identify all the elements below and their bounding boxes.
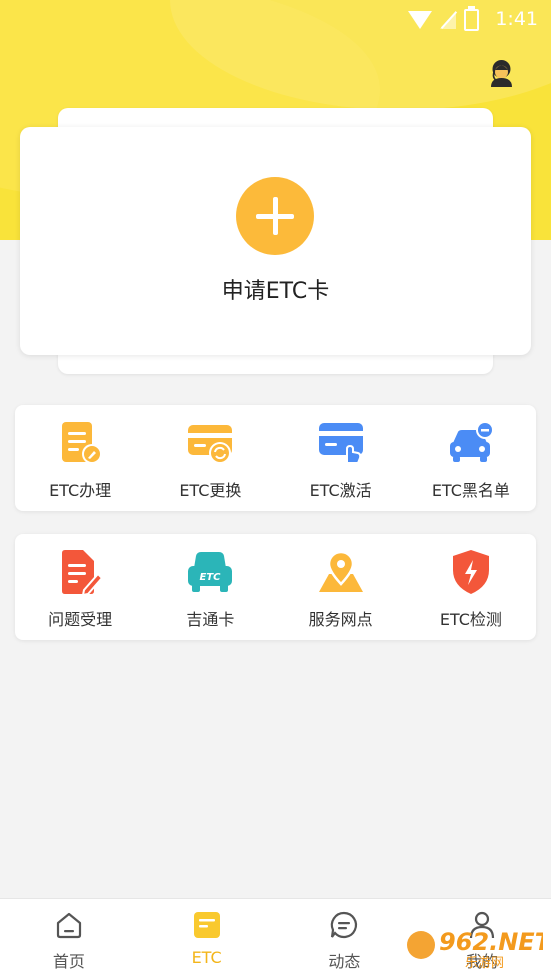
home-icon — [56, 912, 81, 939]
customer-service-icon[interactable] — [486, 57, 517, 88]
status-bar: 1:41 — [0, 0, 551, 40]
tab-etc[interactable]: ETC — [138, 899, 276, 980]
service-grid-row2: 问题受理 ETC 吉通卡 服务网点 ETC检测 — [15, 534, 536, 640]
tab-home[interactable]: 首页 — [0, 899, 138, 980]
tab-label: ETC — [191, 948, 222, 967]
wifi-icon — [408, 11, 432, 29]
service-label: 吉通卡 — [186, 610, 235, 629]
shield-check-icon — [452, 550, 489, 594]
etc-card-icon — [193, 912, 220, 938]
service-locations[interactable]: 服务网点 — [276, 534, 406, 640]
battery-icon — [464, 6, 479, 31]
watermark-logo: 962.NET 乐游网 — [407, 928, 543, 971]
service-jitong-card[interactable]: ETC 吉通卡 — [145, 534, 275, 640]
service-etc-blacklist[interactable]: ETC黑名单 — [406, 405, 536, 511]
service-label: ETC黑名单 — [431, 481, 510, 500]
service-etc-apply[interactable]: ETC办理 — [15, 405, 145, 511]
service-label: ETC激活 — [309, 481, 372, 500]
document-edit-icon — [62, 422, 103, 464]
service-grid-row1: ETC办理 ETC更换 ETC激活 ETC黑名单 — [15, 405, 536, 511]
service-etc-replace[interactable]: ETC更换 — [145, 405, 275, 511]
map-location-icon — [318, 550, 363, 592]
etc-car-icon: ETC — [188, 552, 233, 592]
service-label: ETC更换 — [179, 481, 242, 500]
tab-label: 首页 — [52, 952, 85, 971]
service-label: 问题受理 — [48, 610, 113, 629]
status-time: 1:41 — [495, 8, 538, 30]
apply-card-label: 申请ETC卡 — [221, 279, 330, 304]
card-exchange-icon — [188, 425, 233, 464]
service-label: ETC办理 — [49, 481, 112, 500]
card-touch-icon — [318, 423, 363, 464]
service-etc-test[interactable]: ETC检测 — [406, 534, 536, 640]
service-problem-report[interactable]: 问题受理 — [15, 534, 145, 640]
service-label: ETC检测 — [439, 610, 502, 629]
svg-text:乐游网: 乐游网 — [465, 956, 504, 971]
no-signal-icon — [440, 11, 456, 29]
svg-text:962.NET: 962.NET — [439, 928, 543, 956]
service-label: 服务网点 — [308, 610, 373, 629]
apply-card[interactable]: 申请ETC卡 — [20, 127, 531, 355]
message-icon — [331, 911, 358, 939]
svg-text:ETC: ETC — [200, 572, 222, 583]
plus-icon[interactable] — [236, 177, 314, 255]
car-blacklist-icon — [449, 421, 494, 462]
report-edit-icon — [62, 550, 104, 596]
service-etc-activate[interactable]: ETC激活 — [276, 405, 406, 511]
tab-news[interactable]: 动态 — [276, 899, 414, 980]
tab-label: 动态 — [328, 952, 361, 971]
